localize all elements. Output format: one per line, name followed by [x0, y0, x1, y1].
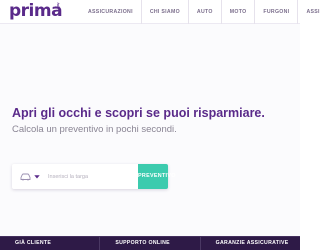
- hero-subheadline: Calcola un preventivo in pochi secondi.: [12, 124, 177, 135]
- footer-link-gia-cliente[interactable]: GIÀ CLIENTE: [0, 237, 101, 250]
- nav-item-furgoni[interactable]: FURGONI: [263, 0, 289, 24]
- site-header: prima .it ASSICURAZIONI CHI SIAMO AUTO M…: [0, 0, 320, 24]
- nav-divider: [140, 0, 142, 24]
- nav-divider: [187, 0, 189, 24]
- vehicle-type-dropdown[interactable]: [17, 164, 45, 189]
- preventivo-button[interactable]: PREVENTIVO: [138, 164, 175, 189]
- nav-item-auto[interactable]: AUTO: [197, 0, 213, 24]
- footer-link-supporto-online[interactable]: SUPPORTO ONLINE: [100, 237, 201, 250]
- nav-item-chi-siamo[interactable]: CHI SIAMO: [150, 0, 180, 24]
- nav-item-moto[interactable]: MOTO: [230, 0, 247, 24]
- logo-tld: .it: [55, 3, 60, 9]
- license-plate-input[interactable]: [48, 169, 102, 184]
- car-icon: [20, 173, 31, 181]
- footer-link-garanzie-assicurative[interactable]: GARANZIE ASSICURATIVE: [201, 237, 300, 250]
- footer-bar: GIÀ CLIENTE SUPPORTO ONLINE GARANZIE ASS…: [0, 236, 300, 250]
- hero-headline: Apri gli occhi e scopri se puoi risparmi…: [12, 106, 265, 120]
- nav-item-assist[interactable]: ASSIST: [306, 0, 320, 24]
- prima-logo[interactable]: prima .it: [9, 1, 63, 21]
- nav-divider: [220, 0, 222, 24]
- nav-divider: [297, 0, 299, 24]
- hero-section: Apri gli occhi e scopri se puoi risparmi…: [0, 24, 300, 236]
- main-nav: ASSICURAZIONI CHI SIAMO AUTO MOTO FURGON…: [88, 0, 320, 24]
- quote-form: PREVENTIVO: [12, 164, 175, 189]
- nav-divider: [254, 0, 256, 24]
- chevron-down-icon: [34, 175, 40, 179]
- nav-item-assicurazioni[interactable]: ASSICURAZIONI: [88, 0, 133, 24]
